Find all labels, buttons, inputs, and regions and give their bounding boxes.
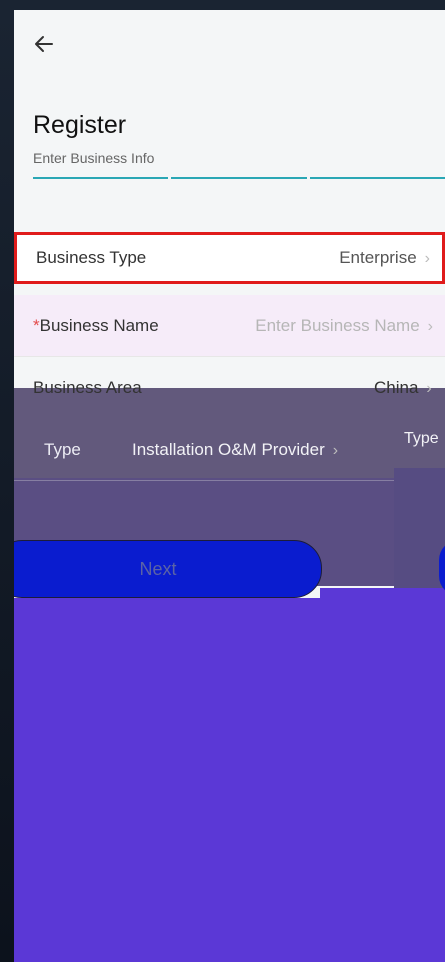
glitch-overlay bbox=[394, 468, 445, 588]
chevron-right-icon: › bbox=[427, 317, 433, 335]
business-name-text: Business Name bbox=[39, 315, 159, 335]
divider bbox=[14, 480, 394, 481]
register-screen: Register Enter Business Info Business Ty… bbox=[14, 10, 445, 962]
business-name-label: *Business Name bbox=[33, 316, 159, 336]
page-title: Register bbox=[33, 111, 127, 139]
next-button[interactable]: Next bbox=[14, 540, 322, 598]
chevron-right-icon: › bbox=[332, 442, 339, 459]
business-type-text: Enterprise bbox=[339, 248, 417, 267]
required-asterisk: * bbox=[33, 315, 40, 335]
business-area-label: Business Area bbox=[33, 378, 142, 397]
business-name-placeholder-text: Enter Business Name bbox=[255, 315, 420, 335]
progress-steps bbox=[33, 177, 445, 179]
step-1 bbox=[33, 177, 169, 179]
chevron-right-icon: › bbox=[426, 380, 432, 397]
step-3 bbox=[309, 177, 445, 179]
business-area-value[interactable]: China › bbox=[374, 378, 432, 398]
type-overflow-label: Type bbox=[404, 430, 439, 447]
type-value[interactable]: Installation O&M Provider › bbox=[132, 440, 338, 460]
business-type-label: Business Type bbox=[36, 248, 147, 267]
business-name-placeholder[interactable]: Enter Business Name › bbox=[255, 316, 433, 336]
step-2 bbox=[171, 177, 307, 179]
business-type-row[interactable]: Business Type Enterprise › bbox=[14, 232, 445, 284]
chevron-right-icon: › bbox=[424, 250, 430, 267]
glitch-overlay bbox=[320, 588, 445, 602]
business-name-row[interactable]: *Business Name Enter Business Name › bbox=[14, 295, 445, 357]
glitch-overlay bbox=[14, 598, 445, 962]
type-value-text: Installation O&M Provider bbox=[132, 440, 325, 459]
page-subtitle: Enter Business Info bbox=[33, 150, 155, 166]
type-label: Type bbox=[44, 440, 81, 459]
business-area-text: China bbox=[374, 378, 419, 397]
business-type-value: Enterprise › bbox=[339, 248, 430, 268]
arrow-left-icon[interactable] bbox=[32, 32, 56, 56]
